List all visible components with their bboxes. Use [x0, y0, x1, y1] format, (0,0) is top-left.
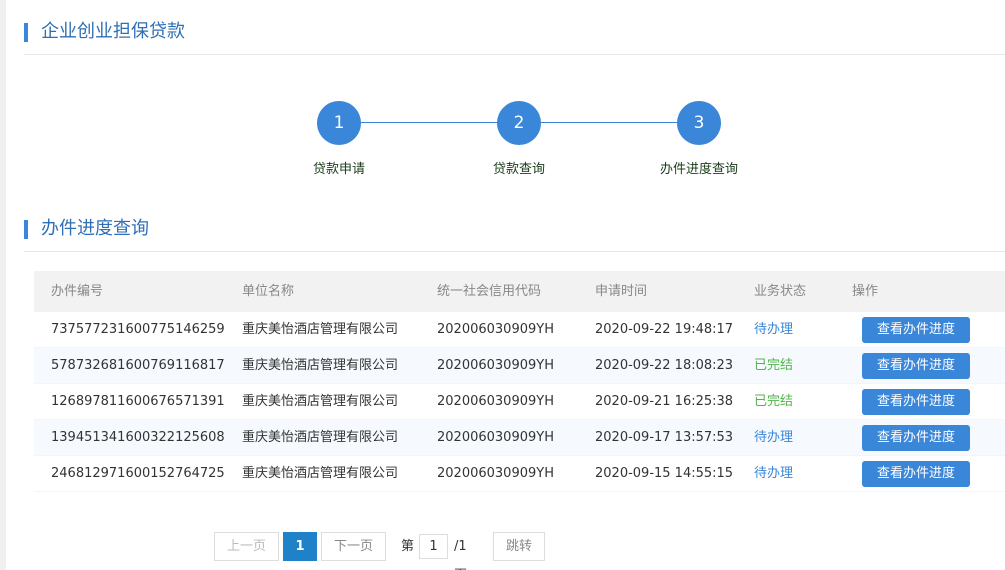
progress-table: 办件编号 单位名称 统一社会信用代码 申请时间 业务状态 操作 73757723…: [34, 271, 1005, 492]
section-header-progress: 办件进度查询: [24, 208, 1005, 252]
cell-id: 139451341600322125608: [51, 430, 225, 445]
col-header-id: 办件编号: [51, 284, 104, 299]
status-badge: 已完结: [754, 358, 794, 373]
cell-company: 重庆美怡酒店管理有限公司: [242, 430, 399, 445]
col-header-company: 单位名称: [242, 284, 295, 299]
cell-time: 2020-09-17 13:57:53: [595, 430, 734, 445]
section-title: 企业创业担保贷款: [41, 21, 185, 42]
step-number: 3: [677, 101, 721, 145]
view-progress-button[interactable]: 查看办件进度: [862, 317, 970, 343]
table-row: 246812971600152764725 重庆美怡酒店管理有限公司 20200…: [34, 456, 1005, 492]
table-row: 126897811600676571391 重庆美怡酒店管理有限公司 20200…: [34, 384, 1005, 420]
step-number: 1: [317, 101, 361, 145]
view-progress-button[interactable]: 查看办件进度: [862, 353, 970, 379]
view-progress-button[interactable]: 查看办件进度: [862, 389, 970, 415]
cell-credit-code: 202006030909YH: [437, 430, 554, 445]
cell-company: 重庆美怡酒店管理有限公司: [242, 394, 399, 409]
cell-time: 2020-09-22 19:48:17: [595, 322, 734, 337]
page-total-label: /1页: [454, 539, 467, 570]
col-header-action: 操作: [852, 284, 879, 299]
cell-id: 578732681600769116817: [51, 358, 225, 373]
cell-time: 2020-09-15 14:55:15: [595, 466, 734, 481]
step-label: 贷款查询: [492, 162, 545, 177]
status-badge: 已完结: [754, 394, 794, 409]
step-label: 贷款申请: [312, 162, 365, 177]
table-header: 办件编号 单位名称 统一社会信用代码 申请时间 业务状态 操作: [34, 271, 1005, 312]
status-badge: 待办理: [754, 322, 794, 337]
section-header-loan: 企业创业担保贷款: [24, 11, 1005, 55]
status-badge: 待办理: [754, 466, 794, 481]
view-progress-button[interactable]: 查看办件进度: [862, 425, 970, 451]
section-accent-bar: [24, 23, 28, 42]
table-row: 578732681600769116817 重庆美怡酒店管理有限公司 20200…: [34, 348, 1005, 384]
step-progress-query[interactable]: 3 办件进度查询: [639, 101, 759, 177]
status-badge: 待办理: [754, 430, 794, 445]
cell-id: 126897811600676571391: [51, 394, 225, 409]
cell-time: 2020-09-21 16:25:38: [595, 394, 734, 409]
step-number: 2: [497, 101, 541, 145]
col-header-time: 申请时间: [595, 284, 648, 299]
table-row: 737577231600775146259 重庆美怡酒店管理有限公司 20200…: [34, 312, 1005, 348]
col-header-credit-code: 统一社会信用代码: [437, 284, 542, 299]
step-loan-query[interactable]: 2 贷款查询: [459, 101, 579, 177]
table-row: 139451341600322125608 重庆美怡酒店管理有限公司 20200…: [34, 420, 1005, 456]
section-title: 办件进度查询: [41, 218, 149, 239]
left-rail: [0, 0, 6, 570]
prev-page-button[interactable]: 上一页: [214, 532, 279, 561]
cell-company: 重庆美怡酒店管理有限公司: [242, 466, 399, 481]
cell-credit-code: 202006030909YH: [437, 358, 554, 373]
section-accent-bar: [24, 220, 28, 239]
page-prefix-label: 第: [401, 539, 415, 554]
cell-id: 246812971600152764725: [51, 466, 225, 481]
cell-credit-code: 202006030909YH: [437, 466, 554, 481]
view-progress-button[interactable]: 查看办件进度: [862, 461, 970, 487]
cell-credit-code: 202006030909YH: [437, 394, 554, 409]
col-header-status: 业务状态: [754, 284, 807, 299]
next-page-button[interactable]: 下一页: [321, 532, 386, 561]
step-label: 办件进度查询: [659, 162, 738, 177]
step-loan-apply[interactable]: 1 贷款申请: [279, 101, 399, 177]
cell-credit-code: 202006030909YH: [437, 322, 554, 337]
cell-company: 重庆美怡酒店管理有限公司: [242, 358, 399, 373]
progress-steps: 1 贷款申请 2 贷款查询 3 办件进度查询: [0, 101, 1005, 181]
page-number-input[interactable]: 1: [419, 534, 448, 559]
page-1-button[interactable]: 1: [283, 532, 317, 561]
jump-button[interactable]: 跳转: [493, 532, 545, 561]
cell-company: 重庆美怡酒店管理有限公司: [242, 322, 399, 337]
cell-id: 737577231600775146259: [51, 322, 225, 337]
cell-time: 2020-09-22 18:08:23: [595, 358, 734, 373]
